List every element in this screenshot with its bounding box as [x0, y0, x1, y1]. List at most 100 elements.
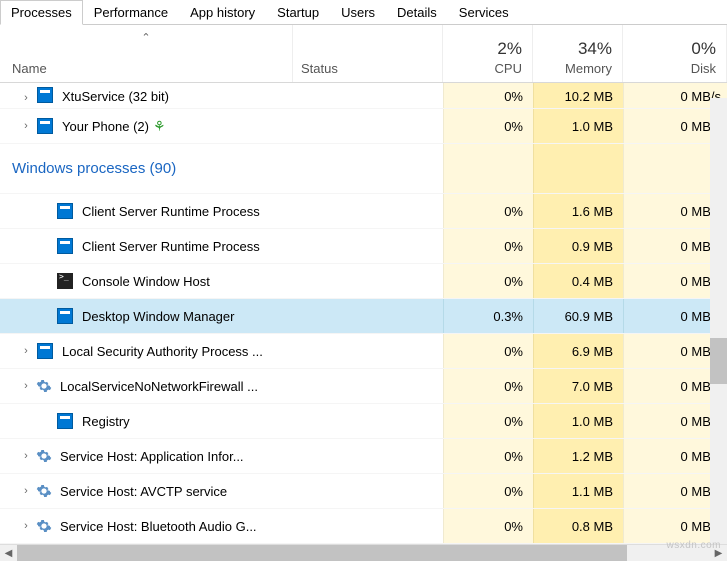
tab-bar: ProcessesPerformanceApp historyStartupUs…: [0, 0, 727, 25]
expand-icon[interactable]: ›: [18, 92, 34, 104]
process-cpu: 0%: [443, 334, 533, 368]
expand-icon[interactable]: ›: [18, 120, 34, 132]
process-row[interactable]: ›Service Host: Bluetooth Audio G...0%0.8…: [0, 509, 727, 544]
memory-label: Memory: [565, 61, 612, 76]
column-cpu[interactable]: 2% CPU: [443, 25, 533, 82]
process-name-cell: ›LocalServiceNoNetworkFirewall ...: [0, 378, 443, 394]
app-icon: [56, 237, 74, 255]
process-row[interactable]: ›Service Host: Application Infor...0%1.2…: [0, 439, 727, 474]
process-name-cell: › XtuService (32 bit): [0, 83, 443, 108]
column-status[interactable]: Status: [293, 25, 443, 82]
process-row[interactable]: ›LocalServiceNoNetworkFirewall ...0%7.0 …: [0, 369, 727, 404]
process-name-cell: Console Window Host: [0, 272, 443, 290]
process-cpu: 0%: [443, 439, 533, 473]
vertical-scrollbar[interactable]: [710, 98, 727, 555]
process-name-cell: Client Server Runtime Process: [0, 202, 443, 220]
process-name: Service Host: Application Infor...: [60, 449, 244, 464]
memory-percent: 34%: [578, 39, 612, 59]
process-name-cell: › Your Phone (2) ⚘: [0, 117, 443, 135]
group-header: Windows processes (90): [0, 144, 727, 194]
process-row[interactable]: Client Server Runtime Process0%1.6 MB0 M…: [0, 194, 727, 229]
cpu-label: CPU: [495, 61, 522, 76]
process-cpu: 0%: [443, 194, 533, 228]
app-icon: [56, 202, 74, 220]
process-cpu: 0%: [443, 83, 533, 108]
tab-performance[interactable]: Performance: [83, 0, 179, 24]
process-cpu: 0%: [443, 109, 533, 143]
app-icon: [36, 117, 54, 135]
tab-processes[interactable]: Processes: [0, 0, 83, 25]
horizontal-scroll-thumb[interactable]: [17, 545, 627, 561]
process-name: Desktop Window Manager: [82, 309, 234, 324]
process-list: ›XtuService (32 bit)0%10.2 MB0 MB/s›Your…: [0, 83, 727, 544]
process-row[interactable]: ›Service Host: AVCTP service0%1.1 MB0 MB…: [0, 474, 727, 509]
expand-icon[interactable]: ›: [18, 345, 34, 357]
process-cpu: 0%: [443, 264, 533, 298]
process-memory: 7.0 MB: [533, 369, 623, 403]
process-name-cell: Client Server Runtime Process: [0, 237, 443, 255]
process-row[interactable]: Client Server Runtime Process0%0.9 MB0 M…: [0, 229, 727, 264]
column-memory[interactable]: 34% Memory: [533, 25, 623, 82]
expand-icon[interactable]: ›: [18, 520, 34, 532]
tab-users[interactable]: Users: [330, 0, 386, 24]
disk-percent: 0%: [691, 39, 716, 59]
gear-icon: [36, 378, 52, 394]
process-name: Local Security Authority Process ...: [62, 344, 263, 359]
app-icon: [56, 412, 74, 430]
process-row[interactable]: ›XtuService (32 bit)0%10.2 MB0 MB/s: [0, 83, 727, 109]
column-name-label: Name: [12, 61, 47, 76]
process-memory: 10.2 MB: [533, 83, 623, 108]
process-name: XtuService (32 bit): [62, 89, 169, 104]
process-row[interactable]: Registry0%1.0 MB0 MB/s: [0, 404, 727, 439]
tab-app-history[interactable]: App history: [179, 0, 266, 24]
horizontal-scrollbar[interactable]: ◀ ▶: [0, 544, 727, 561]
column-name[interactable]: ⌃ Name: [0, 25, 293, 82]
horizontal-scroll-track[interactable]: [17, 545, 710, 561]
process-memory: 1.0 MB: [533, 109, 623, 143]
tab-startup[interactable]: Startup: [266, 0, 330, 24]
process-row[interactable]: Desktop Window Manager0.3%60.9 MB0 MB/s: [0, 299, 727, 334]
gear-icon: [36, 518, 52, 534]
process-memory: 60.9 MB: [533, 299, 623, 333]
process-memory: 0.9 MB: [533, 229, 623, 263]
process-cpu: 0%: [443, 509, 533, 543]
gear-icon: [36, 483, 52, 499]
disk-label: Disk: [691, 61, 716, 76]
console-icon: [56, 272, 74, 290]
sort-indicator-icon: ⌃: [141, 31, 150, 44]
process-memory: 1.1 MB: [533, 474, 623, 508]
tab-services[interactable]: Services: [448, 0, 520, 24]
expand-icon[interactable]: ›: [18, 380, 34, 392]
scroll-left-icon[interactable]: ◀: [0, 545, 17, 562]
process-cpu: 0%: [443, 369, 533, 403]
tab-details[interactable]: Details: [386, 0, 448, 24]
process-name-cell: ›Service Host: Bluetooth Audio G...: [0, 518, 443, 534]
process-name-cell: Registry: [0, 412, 443, 430]
column-status-label: Status: [301, 61, 338, 76]
column-headers: ⌃ Name Status 2% CPU 34% Memory 0% Disk: [0, 25, 727, 83]
expand-icon[interactable]: ›: [18, 450, 34, 462]
cpu-percent: 2%: [497, 39, 522, 59]
process-row[interactable]: › Local Security Authority Process ... 0%6…: [0, 334, 727, 369]
vertical-scroll-thumb[interactable]: [710, 338, 727, 384]
process-name-cell: › Local Security Authority Process ...: [0, 342, 443, 360]
app-icon: [36, 342, 54, 360]
leaf-icon: ⚘: [153, 118, 166, 135]
process-name-cell: ›Service Host: AVCTP service: [0, 483, 443, 499]
process-cpu: 0%: [443, 229, 533, 263]
expand-icon[interactable]: ›: [18, 485, 34, 497]
process-name: Registry: [82, 414, 130, 429]
app-icon: [56, 307, 74, 325]
process-memory: 0.8 MB: [533, 509, 623, 543]
process-cpu: 0.3%: [443, 299, 533, 333]
process-memory: 1.6 MB: [533, 194, 623, 228]
column-disk[interactable]: 0% Disk: [623, 25, 727, 82]
process-row[interactable]: Console Window Host0%0.4 MB0 MB/s: [0, 264, 727, 299]
process-name: Your Phone (2): [62, 119, 149, 134]
process-memory: 0.4 MB: [533, 264, 623, 298]
process-name-cell: › Service Host: Application Infor...: [0, 448, 443, 464]
process-name: Client Server Runtime Process: [82, 239, 260, 254]
process-name-cell: Desktop Window Manager: [0, 307, 443, 325]
process-memory: 6.9 MB: [533, 334, 623, 368]
process-row[interactable]: ›Your Phone (2)⚘0%1.0 MB0 MB/s: [0, 109, 727, 144]
